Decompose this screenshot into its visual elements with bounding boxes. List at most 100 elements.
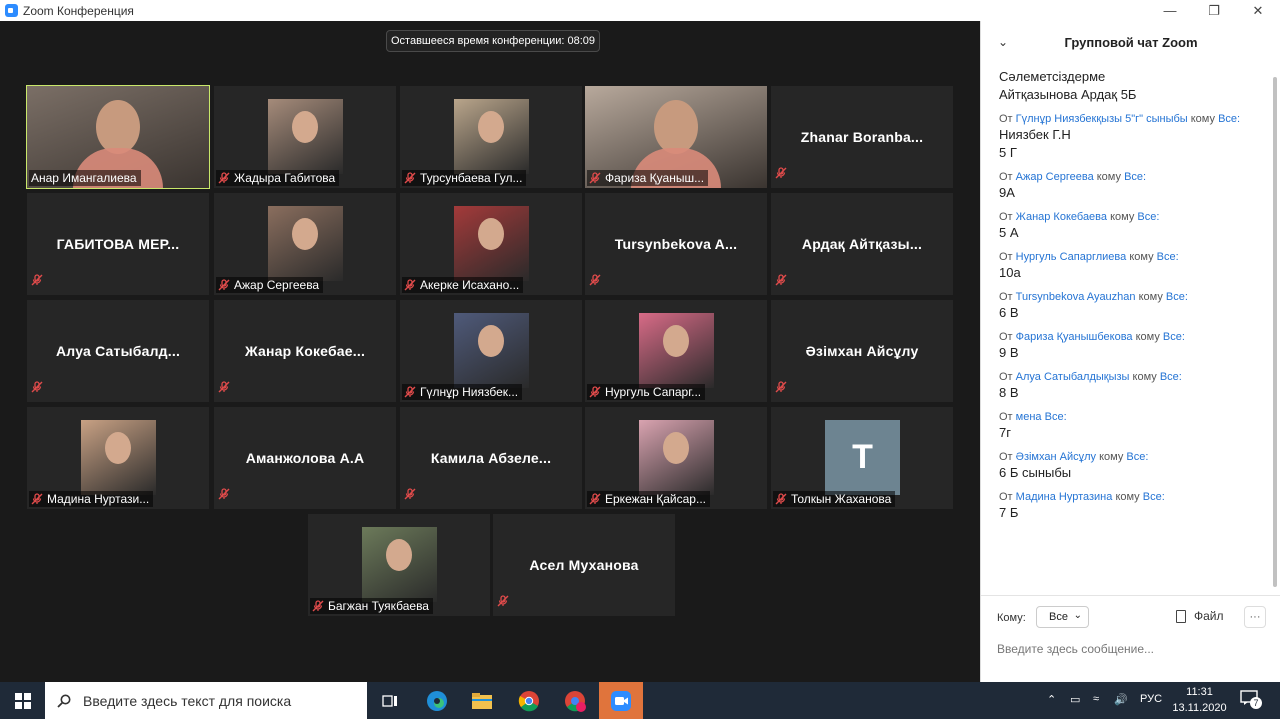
participant-tile[interactable]: Zhanar Boranba... xyxy=(771,86,953,188)
participant-tile[interactable]: Жадыра Габитова xyxy=(214,86,396,188)
participant-tile[interactable]: Жанар Кокебае... xyxy=(214,300,396,402)
chat-message-text: 7 Б xyxy=(999,505,1019,520)
participant-tile[interactable]: Алуа Сатыбалд... xyxy=(27,300,209,402)
taskbar-search[interactable]: Введите здесь текст для поиска xyxy=(45,682,367,719)
sender-name[interactable]: Фариза Қуанышбекова xyxy=(1016,331,1133,343)
participant-name: Ардақ Айтқазы... xyxy=(801,236,923,252)
task-view-button[interactable] xyxy=(368,682,412,719)
recipient-select[interactable]: Все ⌄ xyxy=(1036,606,1089,628)
file-button[interactable]: Файл xyxy=(1176,609,1224,623)
participant-tile[interactable]: Әзімхан Айсұлу xyxy=(771,300,953,402)
to-prefix: кому xyxy=(1129,251,1154,263)
recipient-value: Все xyxy=(1049,611,1068,623)
participant-tile[interactable]: Tursynbekova A... xyxy=(585,193,767,295)
chat-message: От Әзімхан Айсұлу кому Все: 6 Б сыныбы xyxy=(999,450,1271,482)
start-button[interactable] xyxy=(0,682,45,719)
file-explorer-app[interactable] xyxy=(460,682,504,719)
file-icon xyxy=(1176,609,1186,623)
chat-message-text: 10а xyxy=(999,265,1021,280)
to-prefix: кому xyxy=(1110,211,1135,223)
recipient-name[interactable]: Все: xyxy=(1166,291,1188,303)
volume-icon[interactable]: 🔊 xyxy=(1114,693,1128,706)
chevron-up-icon[interactable]: ⌃ xyxy=(1047,693,1056,706)
muted-mic-icon xyxy=(589,172,601,184)
participant-photo xyxy=(81,420,156,495)
chrome-profile-app[interactable] xyxy=(553,682,597,719)
participant-tile[interactable]: Акерке Исахано... xyxy=(400,193,582,295)
sender-name[interactable]: Мадина Нуртазина xyxy=(1016,491,1113,503)
restore-button[interactable]: ❐ xyxy=(1192,0,1236,21)
chat-message: От Ажар Сергеева кому Все: 9А xyxy=(999,170,1271,202)
sender-name[interactable]: Tursynbekova Ayauzhan xyxy=(1016,291,1136,303)
participant-tile[interactable]: Аманжолова А.А xyxy=(214,407,396,509)
participant-name: Багжан Туякбаева xyxy=(328,599,429,613)
clock-time: 11:31 xyxy=(1186,686,1213,698)
recipient-name[interactable]: Все: xyxy=(1163,331,1185,343)
chat-message: От мена Все: 7г xyxy=(999,410,1271,442)
recipient-name[interactable]: Все: xyxy=(1218,113,1240,125)
edge-icon xyxy=(427,690,447,711)
participant-tile[interactable]: ГАБИТОВА МЕР... xyxy=(27,193,209,295)
participant-name: Турсунбаева Гул... xyxy=(420,171,523,185)
from-prefix: От xyxy=(999,491,1013,503)
recipient-name[interactable]: Все: xyxy=(1160,371,1182,383)
sender-name[interactable]: мена xyxy=(1016,411,1042,423)
message-input[interactable]: Введите здесь сообщение... xyxy=(997,642,1267,656)
participant-tile[interactable]: Еркежан Қайсар... xyxy=(585,407,767,509)
recipient-name[interactable]: Все: xyxy=(1157,251,1179,263)
recipient-name[interactable]: Все: xyxy=(1143,491,1165,503)
participant-tile[interactable]: Турсунбаева Гул... xyxy=(400,86,582,188)
participant-photo xyxy=(454,313,529,388)
participant-tile[interactable]: Анар Имангалиева xyxy=(26,85,210,189)
participant-tile[interactable]: Асел Муханова xyxy=(493,514,675,616)
chat-message-meta: От Мадина Нуртазина кому Все: xyxy=(999,490,1271,504)
recipient-name[interactable]: Все: xyxy=(1045,411,1067,423)
recipient-name[interactable]: Все: xyxy=(1126,451,1148,463)
chat-messages[interactable]: Сәлеметсіздерме Айтқазынова Ардақ 5Б От … xyxy=(981,63,1271,595)
wifi-icon[interactable]: ≈ xyxy=(1093,693,1099,705)
notifications-button[interactable]: 7 xyxy=(1240,690,1262,710)
edge-app[interactable] xyxy=(415,682,459,719)
battery-icon[interactable]: ▭ xyxy=(1070,693,1080,706)
meeting-timer: Оставшееся время конференции: 08:09 xyxy=(386,30,600,52)
language-indicator[interactable]: РУС xyxy=(1140,693,1162,705)
chat-message-meta: От Жанар Кокебаева кому Все: xyxy=(999,210,1271,224)
sender-name[interactable]: Әзімхан Айсұлу xyxy=(1016,451,1096,463)
participant-name: Нургуль Сапарг... xyxy=(605,385,702,399)
from-prefix: От xyxy=(999,251,1013,263)
participant-tile[interactable]: Фариза Қуаныш... xyxy=(585,86,767,188)
participant-tile[interactable]: Камила Абзеле... xyxy=(400,407,582,509)
zoom-app[interactable] xyxy=(599,682,643,719)
chat-scrollbar[interactable] xyxy=(1273,77,1277,587)
muted-mic-icon xyxy=(312,600,324,612)
group-chat-panel: ⌄ Групповой чат Zoom Сәлеметсіздерме Айт… xyxy=(980,21,1280,682)
participant-tile[interactable]: T Толкын Жаханова xyxy=(771,407,953,509)
participant-tile[interactable]: Ардақ Айтқазы... xyxy=(771,193,953,295)
muted-mic-icon xyxy=(218,279,230,291)
minimize-button[interactable]: — xyxy=(1148,0,1192,21)
sender-name[interactable]: Ажар Сергеева xyxy=(1016,171,1094,183)
participant-tile[interactable]: Мадина Нуртази... xyxy=(27,407,209,509)
chat-message-meta: От мена Все: xyxy=(999,410,1271,424)
sender-name[interactable]: Алуа Сатыбалдықызы xyxy=(1016,371,1130,383)
participant-tile[interactable]: Гүлнұр Ниязбек... xyxy=(400,300,582,402)
participant-tile[interactable]: Багжан Туякбаева xyxy=(308,514,490,616)
recipient-name[interactable]: Все: xyxy=(1124,171,1146,183)
participant-tile[interactable]: Нургуль Сапарг... xyxy=(585,300,767,402)
participant-name: Әзімхан Айсұлу xyxy=(805,343,919,359)
sender-name[interactable]: Нургуль Сапарглиева xyxy=(1016,251,1127,263)
muted-mic-icon xyxy=(404,279,416,291)
participant-name: Акерке Исахано... xyxy=(420,278,520,292)
chat-footer: Кому: Все ⌄ Файл ··· Введите здесь сообщ… xyxy=(981,595,1280,682)
close-button[interactable]: ✕ xyxy=(1236,0,1280,21)
recipient-name[interactable]: Все: xyxy=(1137,211,1159,223)
chat-message-meta: От Ажар Сергеева кому Все: xyxy=(999,170,1271,184)
chrome-app[interactable] xyxy=(507,682,551,719)
more-options-button[interactable]: ··· xyxy=(1244,606,1266,628)
sender-name[interactable]: Гүлнұр Ниязбекқызы 5"г" сыныбы xyxy=(1016,113,1188,125)
to-label: Кому: xyxy=(997,612,1026,624)
participant-photo xyxy=(454,206,529,281)
participant-tile[interactable]: Ажар Сергеева xyxy=(214,193,396,295)
sender-name[interactable]: Жанар Кокебаева xyxy=(1016,211,1107,223)
clock[interactable]: 11:31 13.11.2020 xyxy=(1172,684,1227,716)
